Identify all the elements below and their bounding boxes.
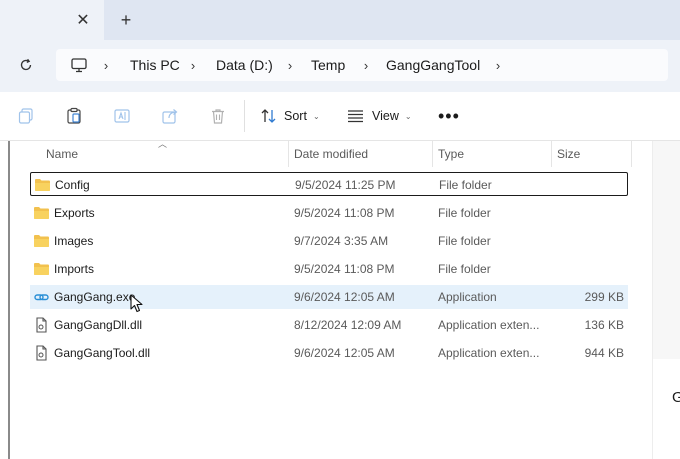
rename-icon[interactable]	[113, 107, 131, 125]
chevron-down-icon: ⌄	[404, 111, 412, 121]
details-pane	[652, 359, 680, 459]
file-row-exports[interactable]: Exports 9/5/2024 11:08 PM File folder	[30, 201, 628, 225]
details-pane-title: G	[672, 389, 680, 406]
view-icon	[347, 109, 364, 123]
file-type: File folder	[439, 178, 492, 192]
toolbar-divider	[244, 100, 245, 132]
file-type: File folder	[438, 206, 491, 220]
folder-icon	[33, 261, 50, 277]
navigation-pane-edge[interactable]	[8, 141, 10, 459]
chevron-down-icon: ⌄	[312, 111, 320, 121]
file-row-ganggangtool-dll[interactable]: GangGangTool.dll 9/6/2024 12:05 AM Appli…	[30, 341, 628, 365]
active-tab[interactable]: ✕	[0, 0, 104, 40]
file-name: Exports	[54, 206, 95, 220]
file-row-ganggang-exe[interactable]: GangGang.exe 9/6/2024 12:05 AM Applicati…	[30, 285, 628, 309]
column-header-date-modified[interactable]: Date modified	[288, 141, 432, 167]
column-header-name[interactable]: Name	[40, 141, 288, 167]
dll-file-icon	[33, 317, 50, 333]
file-date-modified: 9/5/2024 11:25 PM	[295, 178, 396, 192]
breadcrumb-data-drive[interactable]: Data (D:)	[216, 57, 273, 73]
file-size: 299 KB	[584, 290, 624, 304]
mouse-cursor-icon	[130, 294, 144, 314]
folder-icon	[33, 205, 50, 221]
file-date-modified: 9/6/2024 12:05 AM	[294, 346, 395, 360]
chevron-right-icon[interactable]: ›	[361, 58, 371, 73]
file-row-imports[interactable]: Imports 9/5/2024 11:08 PM File folder	[30, 257, 628, 281]
file-type: File folder	[438, 262, 491, 276]
view-label: View	[372, 109, 399, 123]
file-type: Application	[438, 290, 497, 304]
details-pane-top	[652, 141, 680, 359]
breadcrumb-temp[interactable]: Temp	[311, 57, 345, 73]
column-divider[interactable]	[631, 141, 632, 167]
file-type: Application exten...	[438, 318, 540, 332]
paste-icon[interactable]	[65, 107, 83, 125]
dll-file-icon	[33, 345, 50, 361]
command-bar: Sort ⌄ View ⌄	[0, 92, 680, 141]
column-header-size[interactable]: Size	[551, 141, 631, 167]
folder-icon	[34, 177, 51, 193]
file-row-images[interactable]: Images 9/7/2024 3:35 AM File folder	[30, 229, 628, 253]
file-row-config[interactable]: Config 9/5/2024 11:25 PM File folder	[30, 172, 628, 196]
share-icon[interactable]	[161, 107, 179, 125]
close-tab-icon[interactable]: ✕	[74, 11, 92, 29]
chevron-right-icon[interactable]: ›	[493, 58, 503, 73]
more-options-button[interactable]: •••	[438, 106, 460, 127]
chevron-right-icon[interactable]: ›	[285, 58, 295, 73]
tab-strip: ✕ +	[0, 0, 680, 40]
file-name: Images	[54, 234, 94, 248]
chevron-right-icon[interactable]: ›	[101, 58, 111, 73]
sort-label: Sort	[284, 109, 307, 123]
new-tab-icon[interactable]: +	[117, 10, 135, 30]
column-header-type[interactable]: Type	[432, 141, 551, 167]
sort-button[interactable]: Sort ⌄	[260, 106, 320, 126]
file-date-modified: 9/6/2024 12:05 AM	[294, 290, 395, 304]
breadcrumb-this-pc[interactable]: This PC	[130, 57, 180, 73]
folder-icon	[33, 233, 50, 249]
file-size: 944 KB	[584, 346, 624, 360]
address-bar[interactable]: › This PC › Data (D:) › Temp › GangGangT…	[56, 49, 668, 81]
application-icon	[33, 289, 50, 305]
file-type: File folder	[438, 234, 491, 248]
file-date-modified: 9/7/2024 3:35 AM	[294, 234, 389, 248]
file-name: GangGangDll.dll	[54, 318, 143, 332]
chevron-right-icon[interactable]: ›	[188, 58, 198, 73]
file-name: GangGang.exe	[54, 290, 136, 304]
file-date-modified: 9/5/2024 11:08 PM	[294, 206, 395, 220]
breadcrumb-ganggangtool[interactable]: GangGangTool	[386, 57, 480, 73]
view-button[interactable]: View ⌄	[347, 106, 412, 126]
sort-icon	[260, 108, 278, 124]
file-name: Imports	[54, 262, 95, 276]
file-type: Application exten...	[438, 346, 540, 360]
this-pc-icon[interactable]	[70, 56, 88, 74]
delete-icon[interactable]	[209, 107, 227, 125]
file-row-ganggangdll-dll[interactable]: GangGangDll.dll 8/12/2024 12:09 AM Appli…	[30, 313, 628, 337]
file-name: GangGangTool.dll	[54, 346, 151, 360]
file-size: 136 KB	[584, 318, 624, 332]
file-date-modified: 8/12/2024 12:09 AM	[294, 318, 402, 332]
refresh-icon[interactable]	[16, 55, 36, 75]
file-date-modified: 9/5/2024 11:08 PM	[294, 262, 395, 276]
copy-icon[interactable]	[17, 107, 35, 125]
file-name: Config	[55, 178, 90, 192]
address-row: › This PC › Data (D:) › Temp › GangGangT…	[0, 40, 680, 92]
